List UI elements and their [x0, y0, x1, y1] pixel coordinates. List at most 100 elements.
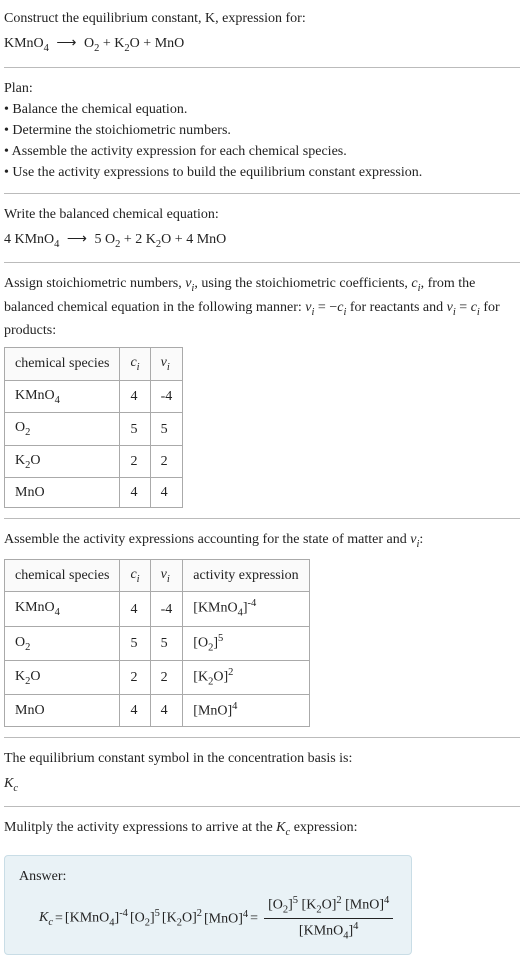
- cell-activity: [O2]5: [183, 626, 309, 660]
- reaction-arrow: ⟶: [67, 229, 87, 250]
- table-row: K2O 2 2: [5, 445, 183, 478]
- plan-item: • Use the activity expressions to build …: [4, 162, 520, 183]
- plan-item: • Assemble the activity expression for e…: [4, 141, 520, 162]
- equals: =: [55, 908, 63, 929]
- plus-2: +: [143, 36, 154, 51]
- col-ci: ci: [120, 559, 150, 592]
- fraction: [O2]5 [K2O]2 [MnO]4 [KMnO4]4: [264, 893, 393, 944]
- divider: [4, 193, 520, 194]
- equals: =: [250, 908, 258, 929]
- coeff-mno: 4: [186, 232, 193, 247]
- cell-ci: 2: [120, 660, 150, 694]
- plan-item: • Balance the chemical equation.: [4, 99, 520, 120]
- prompt-line1: Construct the equilibrium constant, K, e…: [4, 8, 520, 29]
- col-activity: activity expression: [183, 559, 309, 592]
- activity-table: chemical species ci νi activity expressi…: [4, 559, 310, 727]
- product-o2: O2: [84, 36, 99, 51]
- species-kmno4: KMnO4: [15, 232, 60, 247]
- table-row: KMnO4 4 -4: [5, 380, 183, 413]
- cell-ci: 4: [120, 478, 150, 508]
- activity-heading: Assemble the activity expressions accoun…: [4, 529, 520, 553]
- answer-box: Answer: Kc = [KMnO4]-4 [O2]5 [K2O]2 [MnO…: [4, 855, 412, 955]
- term: [KMnO4]-4: [65, 906, 128, 931]
- cell-species: O2: [5, 413, 120, 446]
- cell-activity: [K2O]2: [183, 660, 309, 694]
- cell-activity: [KMnO4]-4: [183, 592, 309, 626]
- denominator: [KMnO4]4: [264, 919, 393, 944]
- product-mno: MnO: [155, 36, 185, 51]
- col-ci: ci: [120, 348, 150, 381]
- table-row: MnO 4 4 [MnO]4: [5, 695, 310, 727]
- plan-item: • Determine the stoichiometric numbers.: [4, 120, 520, 141]
- term: [K2O]2: [162, 906, 202, 931]
- plan-section: Plan: • Balance the chemical equation. •…: [4, 78, 520, 183]
- table-row: KMnO4 4 -4 [KMnO4]-4: [5, 592, 310, 626]
- species-k2o: K2O: [146, 232, 172, 247]
- product-k2o: K2O: [114, 36, 140, 51]
- cell-species: KMnO4: [5, 380, 120, 413]
- col-species: chemical species: [5, 348, 120, 381]
- col-nui: νi: [150, 348, 183, 381]
- kc-symbol: Kc: [4, 773, 520, 797]
- species-o2: O2: [105, 232, 120, 247]
- cell-nui: 2: [150, 660, 183, 694]
- stoich-section: Assign stoichiometric numbers, νi, using…: [4, 273, 520, 508]
- term: [O2]5: [130, 906, 160, 931]
- multiply-section: Mulitply the activity expressions to arr…: [4, 817, 520, 841]
- cell-species: K2O: [5, 660, 120, 694]
- prompt-section: Construct the equilibrium constant, K, e…: [4, 8, 520, 57]
- activity-section: Assemble the activity expressions accoun…: [4, 529, 520, 726]
- cell-species: K2O: [5, 445, 120, 478]
- cell-species: KMnO4: [5, 592, 120, 626]
- kc-symbol-heading: The equilibrium constant symbol in the c…: [4, 748, 520, 769]
- stoich-heading: Assign stoichiometric numbers, νi, using…: [4, 273, 520, 341]
- kc-symbol-section: The equilibrium constant symbol in the c…: [4, 748, 520, 797]
- reaction-arrow: ⟶: [56, 33, 76, 54]
- divider: [4, 806, 520, 807]
- cell-ci: 4: [120, 592, 150, 626]
- balanced-heading: Write the balanced chemical equation:: [4, 204, 520, 225]
- divider: [4, 518, 520, 519]
- table-header-row: chemical species ci νi: [5, 348, 183, 381]
- kc-var: Kc: [39, 907, 53, 931]
- cell-nui: 2: [150, 445, 183, 478]
- unbalanced-equation: KMnO4 ⟶ O2 + K2O + MnO: [4, 33, 520, 57]
- cell-activity: [MnO]4: [183, 695, 309, 727]
- coeff-k2o: 2: [135, 232, 142, 247]
- plus: +: [124, 232, 135, 247]
- cell-ci: 4: [120, 380, 150, 413]
- coeff-o2: 5: [95, 232, 102, 247]
- cell-ci: 5: [120, 413, 150, 446]
- cell-nui: 5: [150, 626, 183, 660]
- divider: [4, 67, 520, 68]
- cell-ci: 2: [120, 445, 150, 478]
- cell-ci: 5: [120, 626, 150, 660]
- cell-nui: -4: [150, 592, 183, 626]
- balanced-section: Write the balanced chemical equation: 4 …: [4, 204, 520, 253]
- term: [MnO]4: [204, 907, 248, 930]
- coeff-kmno4: 4: [4, 232, 11, 247]
- balanced-equation: 4 KMnO4 ⟶ 5 O2 + 2 K2O + 4 MnO: [4, 229, 520, 253]
- table-row: O2 5 5 [O2]5: [5, 626, 310, 660]
- plus: +: [175, 232, 186, 247]
- species-mno: MnO: [197, 232, 227, 247]
- multiply-heading: Mulitply the activity expressions to arr…: [4, 817, 520, 841]
- answer-expression: Kc = [KMnO4]-4 [O2]5 [K2O]2 [MnO]4 = [O2…: [19, 893, 397, 944]
- cell-nui: 5: [150, 413, 183, 446]
- table-header-row: chemical species ci νi activity expressi…: [5, 559, 310, 592]
- stoich-table: chemical species ci νi KMnO4 4 -4 O2 5 5…: [4, 347, 183, 508]
- cell-species: O2: [5, 626, 120, 660]
- divider: [4, 737, 520, 738]
- reactant-kmno4: KMnO4: [4, 36, 49, 51]
- answer-label: Answer:: [19, 866, 397, 887]
- table-row: MnO 4 4: [5, 478, 183, 508]
- table-row: K2O 2 2 [K2O]2: [5, 660, 310, 694]
- cell-species: MnO: [5, 695, 120, 727]
- numerator: [O2]5 [K2O]2 [MnO]4: [264, 893, 393, 919]
- cell-nui: 4: [150, 695, 183, 727]
- cell-nui: 4: [150, 478, 183, 508]
- cell-ci: 4: [120, 695, 150, 727]
- cell-species: MnO: [5, 478, 120, 508]
- table-row: O2 5 5: [5, 413, 183, 446]
- plus-1: +: [103, 36, 114, 51]
